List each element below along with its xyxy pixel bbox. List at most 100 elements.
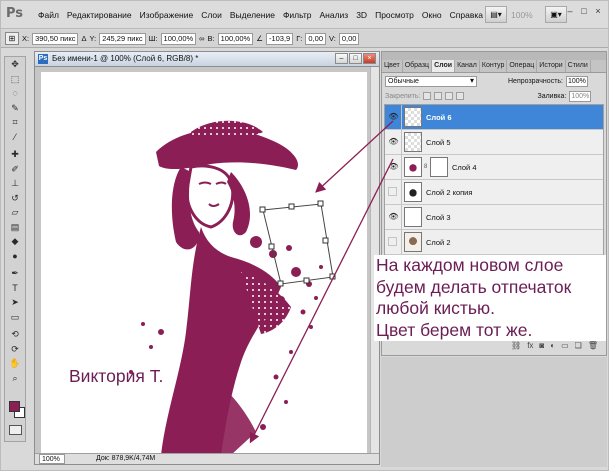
menu-analysis[interactable]: Анализ [316,10,353,20]
tab-channels[interactable]: Канал [455,60,480,72]
doc-close-icon[interactable]: × [363,53,376,64]
angle-input[interactable]: -103,9 [265,32,294,45]
mask-link-icon[interactable]: 8 [424,164,427,170]
doc-minimize-icon[interactable]: – [335,53,348,64]
quick-mask-icon[interactable] [9,425,22,435]
foreground-color-swatch[interactable] [9,401,20,412]
shape-tool-icon[interactable]: ▭ [5,310,25,325]
layer-row-2[interactable]: Слой 2 [385,230,603,255]
panel-header[interactable] [382,52,606,60]
maximize-icon[interactable]: □ [578,6,590,18]
height-input[interactable]: 100,00% [217,32,254,45]
tab-actions[interactable]: Операц [507,60,538,72]
add-mask-icon[interactable]: ◙ [539,341,544,350]
eye-hidden-icon[interactable] [388,187,397,196]
canvas[interactable]: Виктория Т. [41,72,367,455]
fill-label: Заливка: [537,92,567,100]
path-select-tool-icon[interactable]: ➤ [5,295,25,310]
opacity-input[interactable]: 100% [566,75,588,87]
chain-link-icon[interactable]: ∞ [199,34,204,43]
hskew-input[interactable]: 0,00 [305,32,326,45]
fill-input[interactable]: 100% [569,90,592,102]
layer-row-5[interactable]: 👁 Слой 5 [385,130,603,155]
document-title-bar[interactable]: Ps Без имени-1 @ 100% (Слой 6, RGB/8) * … [35,52,379,67]
3d-rotate-tool-icon[interactable]: ⟲ [5,327,25,342]
menu-items: Файл Редактирование Изображение Слои Выд… [34,10,487,20]
tab-history[interactable]: Истори [537,60,566,72]
eye-icon[interactable]: 👁 [388,162,399,172]
eye-hidden-icon[interactable] [388,237,397,246]
marquee-tool-icon[interactable]: ⬚ [5,72,25,87]
type-tool-icon[interactable]: T [5,281,25,296]
tab-styles[interactable]: Стили [566,60,591,72]
lock-pixels-icon[interactable] [434,92,443,100]
menu-bar: Ps Файл Редактирование Изображение Слои … [1,1,608,29]
menu-3d[interactable]: 3D [352,10,371,20]
eye-icon[interactable]: 👁 [388,137,399,147]
arrange-documents-button[interactable]: ▤▾ [485,6,507,23]
layer-style-icon[interactable]: fx [527,341,533,350]
close-icon[interactable]: × [592,6,604,18]
menu-file[interactable]: Файл [34,10,63,20]
menu-filter[interactable]: Фильтр [279,10,316,20]
layer-name: Слой 6 [426,113,452,122]
y-input[interactable]: 245,29 пикс [99,32,146,45]
layer-row-6[interactable]: 👁 Слой 6 [385,105,603,130]
vskew-input[interactable]: 0,00 [338,32,360,45]
3d-camera-tool-icon[interactable]: ⟳ [5,342,25,357]
lasso-tool-icon[interactable]: ◌ [5,86,25,101]
menu-image[interactable]: Изображение [136,10,198,20]
crop-tool-icon[interactable]: ⌗ [5,115,25,130]
blur-tool-icon[interactable]: ◆ [5,234,25,249]
hand-tool-icon[interactable]: ✋ [5,356,25,371]
link-layers-icon[interactable]: ⛓ [511,341,521,350]
move-tool-icon[interactable]: ✥ [5,57,25,72]
brush-tool-icon[interactable]: ✐ [5,162,25,177]
menu-view[interactable]: Просмотр [371,10,418,20]
zoom-level[interactable]: 100% [511,10,541,20]
adjustment-layer-icon[interactable]: ◐ [550,341,555,350]
layer-row-2-copy[interactable]: Слой 2 копия [385,180,603,205]
layer-row-4[interactable]: 👁 8 Слой 4 [385,155,603,180]
quick-select-tool-icon[interactable]: ✎ [5,101,25,116]
eyedropper-tool-icon[interactable]: ⁄ [5,130,25,145]
layer-thumbnail [404,182,422,202]
doc-maximize-icon[interactable]: □ [349,53,362,64]
lock-transparency-icon[interactable] [423,92,432,100]
eye-icon[interactable]: 👁 [388,212,399,222]
tab-swatches[interactable]: Образц [403,60,433,72]
width-input[interactable]: 100,00% [160,32,197,45]
layer-thumbnail [404,107,422,127]
menu-edit[interactable]: Редактирование [63,10,136,20]
ps-document-icon: Ps [38,54,48,64]
eraser-tool-icon[interactable]: ▱ [5,205,25,220]
history-brush-tool-icon[interactable]: ↺ [5,191,25,206]
x-input[interactable]: 390,50 пикс [32,32,79,45]
tab-paths[interactable]: Контур [480,60,508,72]
menu-help[interactable]: Справка [446,10,487,20]
minimize-icon[interactable]: – [564,6,576,18]
transform-reference-icon[interactable]: ⊞ [5,32,19,45]
tab-layers[interactable]: Слои [432,60,456,72]
dodge-tool-icon[interactable]: ● [5,249,25,264]
status-zoom-input[interactable]: 100% [39,454,65,464]
menu-layers[interactable]: Слои [197,10,226,20]
lock-position-icon[interactable] [445,92,454,100]
menu-select[interactable]: Выделение [226,10,279,20]
clone-stamp-tool-icon[interactable]: ⊥ [5,176,25,191]
healing-brush-tool-icon[interactable]: ✚ [5,147,25,162]
new-layer-icon[interactable]: ❏ [575,341,582,350]
panel-tabs: Цвет Образц Слои Канал Контур Операц Ист… [382,60,606,73]
tab-color[interactable]: Цвет [382,60,403,72]
zoom-tool-icon[interactable]: ⌕ [5,371,25,386]
pen-tool-icon[interactable]: ✒ [5,266,25,281]
layer-row-3[interactable]: 👁 Слой 3 [385,205,603,230]
blend-mode-select[interactable]: Обычные [385,75,477,87]
eye-icon[interactable]: 👁 [388,112,399,122]
new-group-icon[interactable]: ▭ [561,341,569,350]
status-document-size[interactable]: Док: 878,9K/4,74M [96,454,155,464]
delete-layer-icon[interactable]: 🗑 [588,341,598,350]
gradient-tool-icon[interactable]: ▤ [5,220,25,235]
menu-window[interactable]: Окно [418,10,446,20]
lock-all-icon[interactable] [456,92,465,100]
